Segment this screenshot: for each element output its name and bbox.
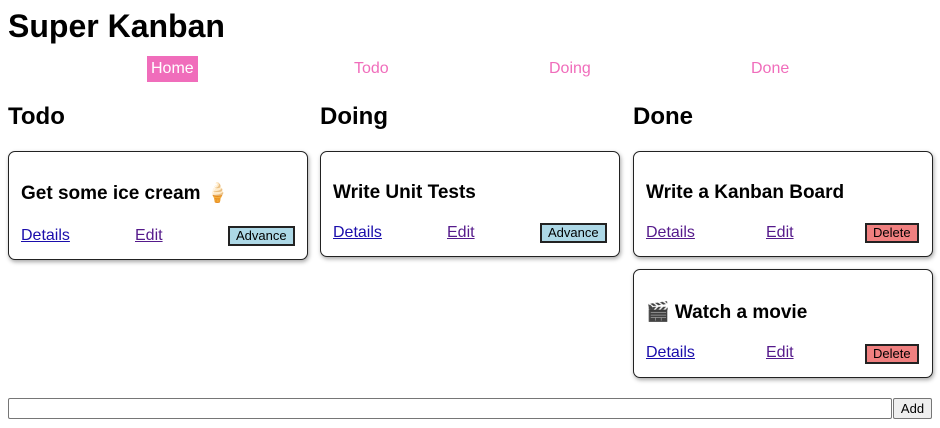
card-title: 🎬 Watch a movie: [646, 302, 808, 323]
column-title-doing: Doing: [320, 103, 388, 130]
new-task-input[interactable]: [8, 398, 892, 419]
card-details-link[interactable]: Details: [21, 226, 70, 246]
card-title: Get some ice cream 🍦: [21, 183, 230, 204]
card-edit-link[interactable]: Edit: [766, 223, 794, 243]
nav-home-link[interactable]: Home: [147, 56, 198, 82]
card-title: Write a Kanban Board: [646, 182, 845, 203]
delete-button[interactable]: Delete: [865, 344, 919, 364]
kanban-app: Super Kanban Home Todo Doing Done Todo G…: [0, 0, 940, 428]
nav-todo-link[interactable]: Todo: [350, 56, 393, 82]
card-doing-1: Write Unit Tests Details Edit Advance: [320, 151, 620, 257]
advance-button[interactable]: Advance: [540, 223, 607, 243]
card-details-link[interactable]: Details: [333, 223, 382, 243]
nav-doing-link[interactable]: Doing: [545, 56, 595, 82]
delete-button[interactable]: Delete: [865, 223, 919, 243]
card-done-2: 🎬 Watch a movie Details Edit Delete: [633, 269, 933, 378]
app-title: Super Kanban: [8, 8, 225, 44]
card-details-link[interactable]: Details: [646, 343, 695, 363]
column-title-todo: Todo: [8, 103, 65, 130]
nav-bar: Home Todo Doing Done: [0, 56, 940, 84]
card-details-link[interactable]: Details: [646, 223, 695, 243]
card-edit-link[interactable]: Edit: [766, 343, 794, 363]
card-done-1: Write a Kanban Board Details Edit Delete: [633, 151, 933, 257]
add-button[interactable]: Add: [893, 398, 932, 419]
nav-done-link[interactable]: Done: [747, 56, 793, 82]
advance-button[interactable]: Advance: [228, 226, 295, 246]
card-edit-link[interactable]: Edit: [447, 223, 475, 243]
card-title: Write Unit Tests: [333, 182, 476, 203]
column-title-done: Done: [633, 103, 693, 130]
card-edit-link[interactable]: Edit: [135, 226, 163, 246]
card-todo-1: Get some ice cream 🍦 Details Edit Advanc…: [8, 151, 308, 260]
